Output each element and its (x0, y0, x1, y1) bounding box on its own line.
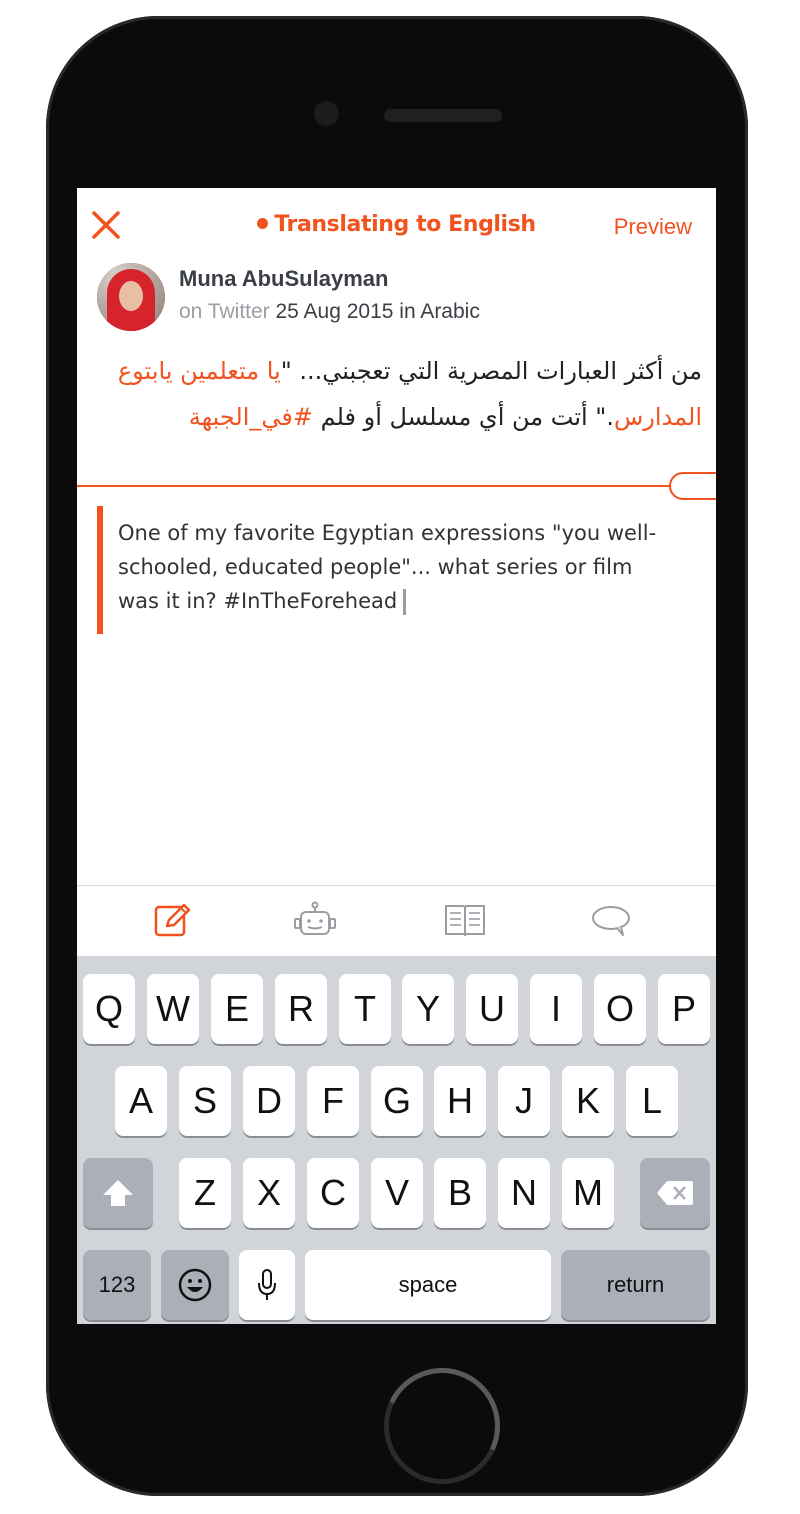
key-y[interactable]: Y (402, 974, 454, 1044)
key-i[interactable]: I (530, 974, 582, 1044)
editor-toolbar (77, 885, 716, 956)
robot-icon[interactable] (293, 900, 337, 940)
key-u[interactable]: U (466, 974, 518, 1044)
key-m[interactable]: M (562, 1158, 614, 1228)
translation-input[interactable]: One of my favorite Egyptian expressions … (118, 516, 678, 618)
key-h[interactable]: H (434, 1066, 486, 1136)
post-date-language: 25 Aug 2015 in Arabic (275, 300, 480, 323)
numbers-key[interactable]: 123 (83, 1250, 151, 1320)
translation-accent-bar (97, 506, 103, 634)
key-f[interactable]: F (307, 1066, 359, 1136)
key-s[interactable]: S (179, 1066, 231, 1136)
emoji-icon (178, 1268, 212, 1302)
microphone-icon (258, 1269, 276, 1300)
avatar[interactable] (97, 263, 165, 331)
key-n[interactable]: N (498, 1158, 550, 1228)
post-meta: on Twitter 25 Aug 2015 in Arabic (179, 300, 480, 324)
edit-icon[interactable] (151, 900, 195, 940)
key-t[interactable]: T (339, 974, 391, 1044)
app-screen: Translating to English Preview Muna AbuS… (77, 188, 716, 1324)
book-icon[interactable] (443, 900, 487, 940)
return-key[interactable]: return (561, 1250, 710, 1320)
key-a[interactable]: A (115, 1066, 167, 1136)
earpiece-speaker (384, 109, 502, 122)
shift-icon (103, 1180, 133, 1206)
arabic-text-part2: ." أتت من أي مسلسل أو فلم (312, 403, 614, 431)
dictation-key[interactable] (239, 1250, 295, 1320)
key-c[interactable]: C (307, 1158, 359, 1228)
key-k[interactable]: K (562, 1066, 614, 1136)
comment-icon[interactable] (589, 900, 633, 940)
source-prefix: on Twitter (179, 300, 270, 323)
key-x[interactable]: X (243, 1158, 295, 1228)
key-q[interactable]: Q (83, 974, 135, 1044)
backspace-key[interactable] (640, 1158, 710, 1228)
emoji-key[interactable] (161, 1250, 229, 1320)
backspace-icon (657, 1181, 693, 1205)
key-d[interactable]: D (243, 1066, 295, 1136)
author-name[interactable]: Muna AbuSulayman (179, 266, 388, 292)
original-post-text: من أكثر العبارات المصرية التي تعجبني... … (101, 348, 702, 440)
key-e[interactable]: E (211, 974, 263, 1044)
divider-drag-handle[interactable] (669, 472, 716, 500)
translation-text: One of my favorite Egyptian expressions … (118, 521, 657, 613)
key-g[interactable]: G (371, 1066, 423, 1136)
arabic-hashtag[interactable]: #في_الجبهة (189, 403, 313, 431)
key-j[interactable]: J (498, 1066, 550, 1136)
home-button-highlight (367, 1351, 517, 1501)
key-r[interactable]: R (275, 974, 327, 1044)
key-v[interactable]: V (371, 1158, 423, 1228)
text-cursor (403, 589, 407, 615)
key-o[interactable]: O (594, 974, 646, 1044)
arabic-text-part1: من أكثر العبارات المصرية التي تعجبني... … (280, 357, 702, 385)
key-l[interactable]: L (626, 1066, 678, 1136)
key-w[interactable]: W (147, 974, 199, 1044)
key-p[interactable]: P (658, 974, 710, 1044)
front-camera (314, 101, 339, 126)
section-divider (77, 485, 670, 487)
mode-label: Translating to English (274, 212, 536, 237)
shift-key[interactable] (83, 1158, 153, 1228)
key-z[interactable]: Z (179, 1158, 231, 1228)
onscreen-keyboard: Q W E R T Y U I O P A S D F G H J K L Z … (77, 956, 716, 1324)
key-b[interactable]: B (434, 1158, 486, 1228)
space-key[interactable]: space (305, 1250, 551, 1320)
status-dot-icon (257, 217, 269, 229)
preview-button[interactable]: Preview (614, 214, 692, 240)
